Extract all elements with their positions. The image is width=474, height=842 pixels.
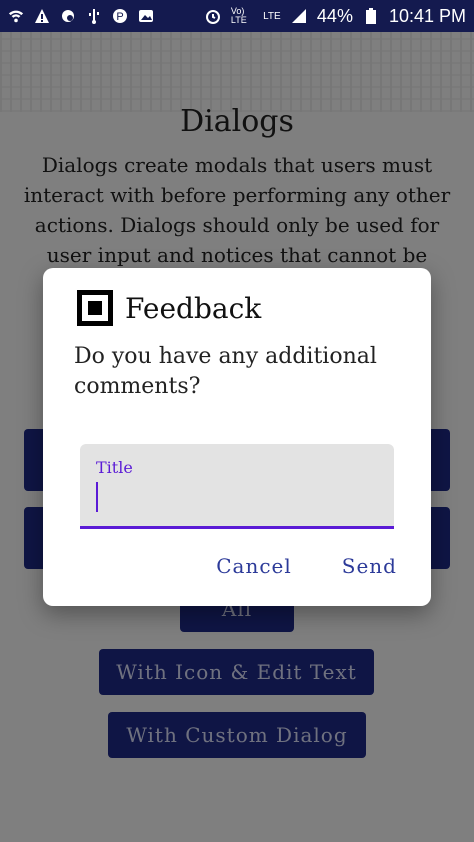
battery-percent: 44%	[316, 5, 353, 26]
dialog-header: Feedback	[77, 290, 261, 326]
battery-icon	[363, 8, 379, 24]
alarm-icon	[205, 8, 221, 24]
clock: 10:41 PM	[388, 5, 466, 26]
signal-icon	[291, 8, 307, 24]
svg-text:P: P	[116, 11, 123, 23]
weather-icon	[60, 8, 76, 24]
title-input[interactable]	[94, 478, 382, 514]
send-button[interactable]: Send	[342, 554, 397, 578]
cancel-button[interactable]: Cancel	[216, 554, 292, 578]
feedback-dialog: Feedback Do you have any additional comm…	[43, 268, 431, 606]
dialog-message: Do you have any additional comments?	[74, 344, 377, 399]
image-icon	[138, 8, 154, 24]
status-left: P	[0, 8, 162, 24]
status-bar: P Vo) LTE LTE 44% 10:41 PM	[0, 0, 474, 32]
stop-square-icon	[77, 290, 113, 326]
volte-icon: Vo) LTE	[230, 6, 247, 25]
wifi-icon	[8, 8, 24, 24]
usb-icon	[86, 8, 102, 24]
title-field-label: Title	[96, 458, 133, 477]
dialog-title: Feedback	[125, 291, 262, 325]
pinterest-icon: P	[112, 8, 128, 24]
status-right: Vo) LTE LTE 44% 10:41 PM	[197, 6, 474, 27]
lte-icon: LTE	[263, 10, 281, 22]
title-field[interactable]: Title	[80, 444, 394, 529]
dialog-actions: Cancel Send	[216, 554, 397, 578]
warning-icon	[34, 8, 50, 24]
